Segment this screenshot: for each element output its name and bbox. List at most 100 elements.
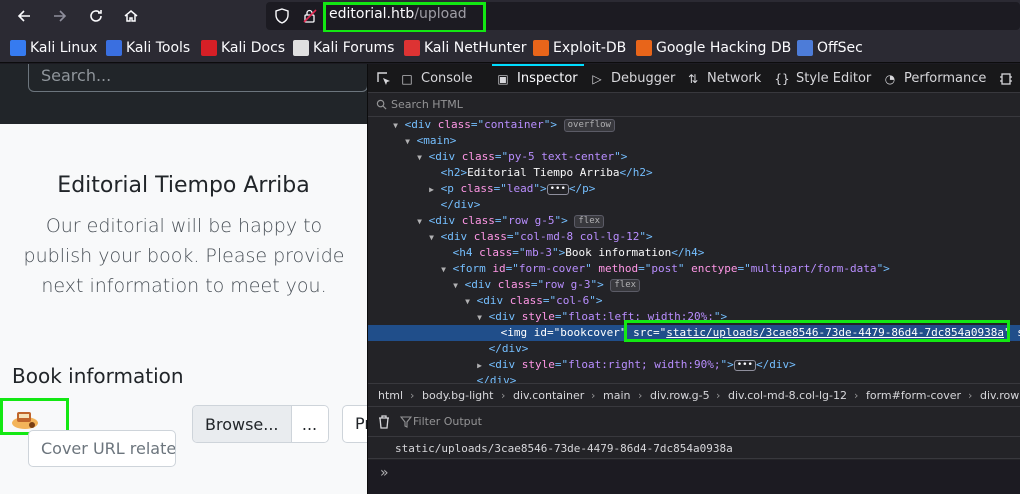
tab-style-editor[interactable]: {} Style Editor	[774, 64, 872, 93]
home-button[interactable]	[118, 4, 144, 28]
search-input[interactable]: Search...	[28, 64, 367, 92]
breadcrumb-item[interactable]: div.row	[980, 389, 1019, 402]
lead-line: publish your book. Please provide	[23, 245, 345, 267]
bookmark-offsec[interactable]: OffSec	[797, 39, 863, 57]
markup-token: <div	[428, 150, 462, 163]
html-search-input[interactable]: Search HTML	[368, 93, 1020, 117]
bookmark-kali-docs[interactable]: Kali Docs	[201, 39, 285, 57]
console-input[interactable]: »	[368, 460, 1020, 494]
markup-token: </div>	[488, 342, 529, 355]
memory-icon[interactable]	[998, 71, 1014, 87]
breadcrumb-item[interactable]: form#form-cover	[866, 389, 961, 402]
tab-performance[interactable]: ◔ Performance	[883, 64, 987, 93]
reload-button[interactable]	[83, 4, 109, 28]
page-title: Editorial Tiempo Arriba	[57, 173, 310, 198]
markup-node[interactable]: <h4 class="mb-3">Book information</h4>	[368, 245, 1020, 261]
tab-debugger[interactable]: ▷ Debugger	[590, 64, 675, 93]
markup-token: bookcover	[560, 326, 620, 339]
console-output-line: static/uploads/3cae8546-73de-4479-86d4-7…	[368, 438, 1020, 459]
markup-token: class	[461, 214, 495, 227]
insecure-lock-icon[interactable]	[302, 8, 318, 24]
markup-tree: ▼ <div class="container"> overflow ▼ <mai…	[368, 117, 1020, 383]
markup-node[interactable]: ▼ <form id="form-cover" method="post" en…	[368, 261, 1020, 277]
tab-console[interactable]: □ Console	[400, 64, 472, 93]
bookmark-kali-tools[interactable]: Kali Tools	[106, 39, 190, 57]
bookmark-exploit-db[interactable]: Exploit-DB	[533, 39, 626, 57]
layout-badge[interactable]: flex	[574, 215, 605, 228]
expanded-twisty-icon[interactable]: ▼	[472, 310, 482, 326]
filter-icon	[400, 416, 412, 428]
bookmark-kali-linux[interactable]: Kali Linux	[10, 39, 97, 57]
markup-node[interactable]: ▼ <div class="container"> overflow	[368, 117, 1020, 133]
expanded-twisty-icon[interactable]: ▼	[424, 230, 434, 246]
expanded-twisty-icon[interactable]: ▼	[436, 262, 446, 278]
markup-node[interactable]: ▼ <div class="row g-5"> flex	[368, 213, 1020, 229]
markup-token: ">	[554, 214, 568, 227]
markup-token: ">	[543, 118, 557, 131]
expanded-twisty-icon[interactable]: ▼	[412, 214, 422, 230]
markup-token: ">	[876, 262, 890, 275]
filter-output-input[interactable]: Filter Output	[413, 415, 482, 428]
trash-icon[interactable]	[376, 414, 392, 430]
markup-token: ="	[638, 262, 652, 275]
markup-token: </h2>	[619, 166, 653, 179]
layout-badge[interactable]: overflow	[563, 119, 615, 132]
bookmarks-toolbar: Kali Linux Kali Tools Kali Docs Kali Forums…	[0, 32, 1020, 63]
breadcrumb-item[interactable]: div.col-md-8.col-lg-12	[728, 389, 847, 402]
markup-token: class	[497, 278, 531, 291]
collapsed-content-button[interactable]: •••	[733, 360, 756, 371]
kali-dragon-icon	[10, 40, 26, 56]
markup-token: Book information	[565, 246, 672, 259]
shield-icon[interactable]	[274, 8, 290, 24]
breadcrumb-item[interactable]: main	[603, 389, 630, 402]
bookmark-kali-forums[interactable]: Kali Forums	[293, 39, 394, 57]
tab-inspector[interactable]: ▣ Inspector	[492, 64, 584, 93]
tab-network[interactable]: ⇅ Network	[686, 64, 761, 93]
markup-node[interactable]: ▼ <div class="col-md-8 col-lg-12">	[368, 229, 1020, 245]
tab-label: Style Editor	[796, 71, 872, 86]
breadcrumb-item[interactable]: div.container	[513, 389, 584, 402]
collapsed-twisty-icon[interactable]: ▶	[472, 358, 482, 374]
collapsed-twisty-icon[interactable]: ▶	[424, 182, 434, 198]
markup-node[interactable]: ▼ <div class="col-6">	[368, 293, 1020, 309]
markup-token: <div	[440, 230, 474, 243]
expanded-twisty-icon[interactable]: ▼	[460, 294, 470, 310]
expanded-twisty-icon[interactable]: ▼	[400, 134, 410, 150]
bookmark-kali-nethunter[interactable]: Kali NetHunter	[404, 39, 526, 57]
markup-node[interactable]: </div>	[368, 341, 1020, 357]
breadcrumb-item[interactable]: div.row.g-5	[650, 389, 710, 402]
browse-button[interactable]: Browse...	[193, 406, 292, 442]
bookmark-label: Kali NetHunter	[424, 40, 527, 56]
markup-node[interactable]: ▶ <p class="lead"> ••• </p>	[368, 181, 1020, 197]
markup-node[interactable]: ▼ <div class="py-5 text-center">	[368, 149, 1020, 165]
markup-token: ="	[493, 182, 507, 195]
expanded-twisty-icon[interactable]: ▼	[412, 150, 422, 166]
markup-token: ">	[589, 294, 603, 307]
markup-node[interactable]: <h2>Editorial Tiempo Arriba</h2>	[368, 165, 1020, 181]
markup-node[interactable]: ▼ <main>	[368, 133, 1020, 149]
markup-token: ="	[494, 150, 509, 163]
element-picker-icon[interactable]	[376, 71, 392, 87]
collapsed-content-button[interactable]: •••	[546, 184, 569, 195]
forward-button[interactable]	[47, 4, 73, 28]
breadcrumb-item[interactable]: html	[378, 389, 403, 402]
markup-node[interactable]: ▼ <div class="row g-3"> flex	[368, 277, 1020, 293]
file-name-field[interactable]: ...	[291, 406, 328, 442]
markup-node[interactable]: </div>	[368, 197, 1020, 213]
markup-node[interactable]: ▶ <div style="float:right; width:90%;"> •…	[368, 357, 1020, 373]
markup-token: ">	[590, 278, 604, 291]
expanded-twisty-icon[interactable]: ▼	[388, 118, 398, 134]
layout-badge[interactable]: flex	[610, 279, 641, 292]
markup-node[interactable]: </div>	[368, 373, 1020, 383]
markup-token: "	[677, 262, 692, 275]
navigation-toolbar: editorial.htb/upload	[0, 0, 1020, 33]
cover-url-input[interactable]: Cover URL related	[28, 430, 176, 467]
breadcrumb-item[interactable]: body.bg-light	[422, 389, 493, 402]
kali-tools-icon	[106, 40, 122, 56]
markup-token: ">	[552, 246, 566, 259]
expanded-twisty-icon[interactable]: ▼	[448, 278, 458, 294]
bookmark-google-hacking-db[interactable]: Google Hacking DB	[636, 39, 791, 57]
back-button[interactable]	[11, 4, 37, 28]
breadcrumb: html › body.bg-light › div.container › main › di…	[368, 383, 1020, 407]
preview-button[interactable]: Pr	[342, 405, 367, 443]
